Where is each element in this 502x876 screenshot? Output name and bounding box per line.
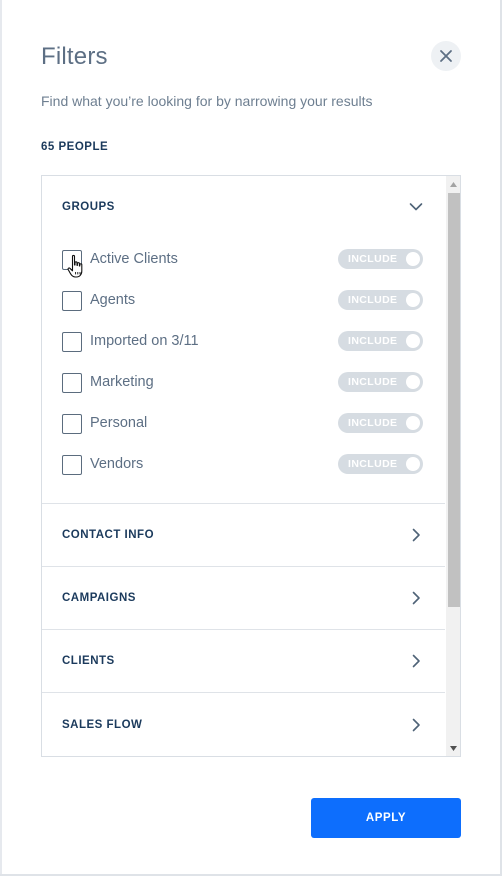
toggle-label: INCLUDE [348, 335, 398, 347]
groups-list: Active Clients INCLUDE Agents INCLUDE Im… [42, 238, 445, 504]
chevron-down-icon [409, 200, 423, 214]
section-header-campaigns[interactable]: CAMPAIGNS [42, 567, 445, 630]
section-label: CAMPAIGNS [62, 592, 136, 604]
filters-panel: Filters Find what you’re looking for by … [2, 0, 500, 874]
toggle-label: INCLUDE [348, 458, 398, 470]
toggle-label: INCLUDE [348, 253, 398, 265]
group-label[interactable]: Personal [90, 415, 147, 431]
group-row: Marketing INCLUDE [42, 371, 445, 395]
group-label[interactable]: Imported on 3/11 [90, 333, 199, 349]
list-scrollbar[interactable] [446, 176, 460, 756]
apply-button[interactable]: APPLY [311, 798, 461, 838]
scrollbar-thumb[interactable] [448, 193, 460, 607]
include-toggle[interactable]: INCLUDE [338, 372, 423, 392]
filter-list: GROUPS Active Clients INCLUDE Agents INC… [42, 176, 445, 756]
group-label[interactable]: Marketing [90, 374, 154, 390]
toggle-label: INCLUDE [348, 417, 398, 429]
group-label[interactable]: Agents [90, 292, 135, 308]
scroll-down-arrow-icon[interactable] [446, 743, 460, 753]
group-checkbox[interactable] [62, 414, 82, 434]
section-header-contact-info[interactable]: CONTACT INFO [42, 504, 445, 567]
group-row: Vendors INCLUDE [42, 453, 445, 477]
section-label: SALES FLOW [62, 718, 143, 731]
include-toggle[interactable]: INCLUDE [338, 413, 423, 433]
close-button[interactable] [431, 41, 461, 71]
toggle-knob [406, 252, 420, 266]
section-label: GROUPS [62, 201, 115, 213]
section-header-sales-flow[interactable]: SALES FLOW [42, 693, 445, 756]
include-toggle[interactable]: INCLUDE [338, 454, 423, 474]
toggle-knob [406, 457, 420, 471]
group-checkbox[interactable] [62, 291, 82, 311]
chevron-right-icon [409, 718, 423, 732]
section-header-clients[interactable]: CLIENTS [42, 630, 445, 693]
panel-title: Filters [41, 43, 108, 70]
group-row: Imported on 3/11 INCLUDE [42, 330, 445, 354]
group-checkbox[interactable] [62, 332, 82, 352]
toggle-knob [406, 375, 420, 389]
include-toggle[interactable]: INCLUDE [338, 290, 423, 310]
close-icon [440, 50, 452, 62]
group-row: Personal INCLUDE [42, 412, 445, 436]
toggle-knob [406, 416, 420, 430]
filter-list-container: GROUPS Active Clients INCLUDE Agents INC… [41, 175, 461, 757]
chevron-right-icon [409, 591, 423, 605]
group-label[interactable]: Vendors [90, 456, 143, 472]
include-toggle[interactable]: INCLUDE [338, 331, 423, 351]
people-count: 65 PEOPLE [41, 141, 109, 153]
group-checkbox[interactable] [62, 373, 82, 393]
chevron-right-icon [409, 654, 423, 668]
group-checkbox[interactable] [62, 250, 82, 270]
group-row: Active Clients INCLUDE [42, 248, 445, 272]
toggle-label: INCLUDE [348, 376, 398, 388]
section-header-groups[interactable]: GROUPS [42, 176, 445, 238]
group-label[interactable]: Active Clients [90, 251, 178, 267]
panel-subtitle: Find what you’re looking for by narrowin… [41, 93, 373, 109]
include-toggle[interactable]: INCLUDE [338, 249, 423, 269]
toggle-knob [406, 293, 420, 307]
chevron-right-icon [409, 528, 423, 542]
toggle-label: INCLUDE [348, 294, 398, 306]
toggle-knob [406, 334, 420, 348]
section-label: CONTACT INFO [62, 529, 155, 541]
group-row: Agents INCLUDE [42, 289, 445, 313]
group-checkbox[interactable] [62, 455, 82, 475]
scroll-up-arrow-icon[interactable] [446, 179, 460, 189]
section-label: CLIENTS [62, 655, 115, 667]
